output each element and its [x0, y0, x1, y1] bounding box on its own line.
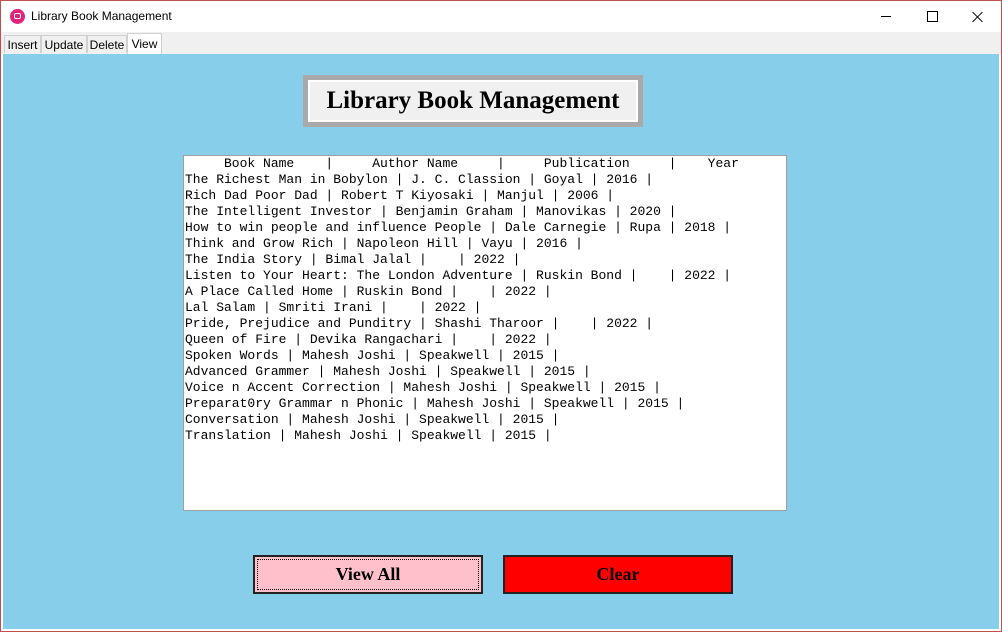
- list-item[interactable]: Translation | Mahesh Joshi | Speakwell |…: [184, 428, 786, 444]
- tab-update[interactable]: Update: [41, 35, 87, 53]
- list-item[interactable]: How to win people and influence People |…: [184, 220, 786, 236]
- clear-button[interactable]: Clear: [503, 555, 733, 594]
- view-all-button[interactable]: View All: [253, 555, 483, 594]
- close-icon: [972, 11, 984, 23]
- minimize-icon: [881, 16, 891, 17]
- app-icon: [10, 9, 25, 24]
- close-button[interactable]: [955, 1, 1001, 32]
- list-item[interactable]: Queen of Fire | Devika Rangachari | | 20…: [184, 332, 786, 348]
- list-item[interactable]: Lal Salam | Smriti Irani | | 2022 |: [184, 300, 786, 316]
- list-item[interactable]: Conversation | Mahesh Joshi | Speakwell …: [184, 412, 786, 428]
- minimize-button[interactable]: [863, 1, 909, 32]
- list-item[interactable]: Think and Grow Rich | Napoleon Hill | Va…: [184, 236, 786, 252]
- tab-view[interactable]: View: [127, 33, 162, 55]
- books-listbox[interactable]: Book Name | Author Name | Publication | …: [183, 155, 787, 511]
- list-item[interactable]: Advanced Grammer | Mahesh Joshi | Speakw…: [184, 364, 786, 380]
- tab-bar: Insert Update Delete View: [1, 32, 1001, 55]
- list-item[interactable]: The India Story | Bimal Jalal | | 2022 |: [184, 252, 786, 268]
- window-title: Library Book Management: [31, 9, 172, 23]
- view-panel: Library Book Management Book Name | Auth…: [3, 54, 999, 629]
- list-item[interactable]: The Richest Man in Bobylon | J. C. Class…: [184, 172, 786, 188]
- maximize-icon: [926, 11, 938, 22]
- page-title-box: Library Book Management: [303, 75, 643, 127]
- tab-delete[interactable]: Delete: [87, 35, 127, 53]
- list-item[interactable]: Rich Dad Poor Dad | Robert T Kiyosaki | …: [184, 188, 786, 204]
- list-item[interactable]: The Intelligent Investor | Benjamin Grah…: [184, 204, 786, 220]
- list-header: Book Name | Author Name | Publication | …: [185, 156, 739, 171]
- list-item[interactable]: A Place Called Home | Ruskin Bond | | 20…: [184, 284, 786, 300]
- tab-insert[interactable]: Insert: [4, 35, 41, 53]
- maximize-button[interactable]: [909, 1, 955, 32]
- list-item[interactable]: Pride, Prejudice and Punditry | Shashi T…: [184, 316, 786, 332]
- list-item[interactable]: Preparat0ry Grammar n Phonic | Mahesh Jo…: [184, 396, 786, 412]
- list-item[interactable]: Listen to Your Heart: The London Adventu…: [184, 268, 786, 284]
- list-item[interactable]: Voice n Accent Correction | Mahesh Joshi…: [184, 380, 786, 396]
- title-bar[interactable]: Library Book Management: [1, 1, 1001, 32]
- list-item[interactable]: Spoken Words | Mahesh Joshi | Speakwell …: [184, 348, 786, 364]
- app-window: Library Book Management Insert Update De…: [0, 0, 1002, 632]
- page-title: Library Book Management: [308, 80, 638, 122]
